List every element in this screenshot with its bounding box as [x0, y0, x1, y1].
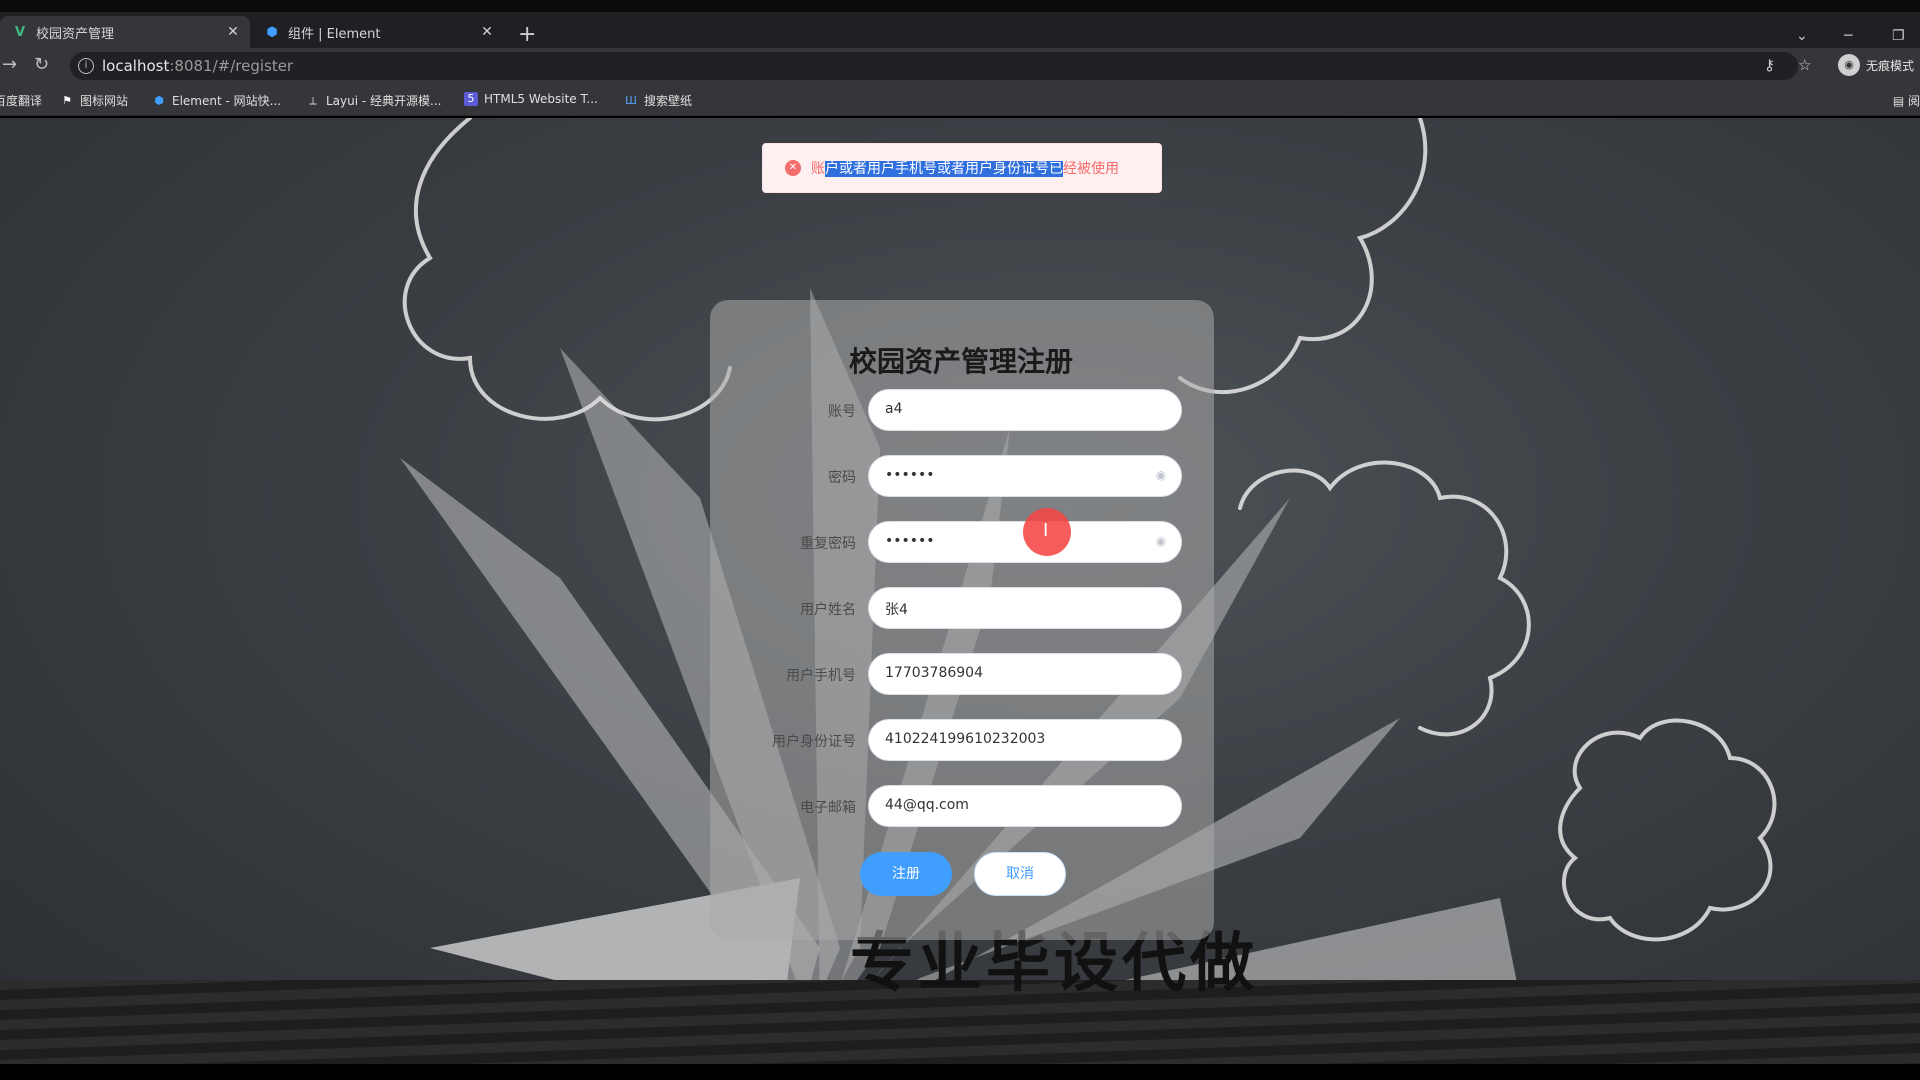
reading-list-icon: ▤: [1892, 94, 1905, 108]
tab-title: 组件 | Element: [288, 26, 381, 42]
bookmark-item[interactable]: 百度翻译: [0, 92, 42, 109]
page-title: 校园资产管理注册: [848, 345, 1073, 378]
username-label: 用户姓名: [800, 602, 856, 618]
key-icon[interactable]: ⚷: [1764, 56, 1775, 74]
eye-icon[interactable]: ◉: [1153, 534, 1169, 550]
email-label: 电子邮箱: [800, 800, 856, 816]
address-bar-row: → ↻ i localhost:8081/#/register ⚷ ☆ ◉ 无痕…: [0, 48, 1920, 84]
password-input[interactable]: •••••• ◉: [868, 455, 1182, 497]
tab-element[interactable]: ⬢ 组件 | Element ✕: [252, 16, 504, 48]
profile-label: 无痕模式: [1866, 58, 1915, 73]
account-label: 账号: [828, 404, 856, 420]
minimize-icon[interactable]: ─: [1844, 28, 1852, 44]
bookmark-item[interactable]: ⬢ Element - 网站快...: [152, 92, 281, 109]
flag-icon: ⚑: [62, 93, 72, 107]
info-icon[interactable]: i: [78, 58, 94, 74]
star-icon[interactable]: ☆: [1798, 56, 1811, 74]
reading-list-button[interactable]: ▤ 阅: [1893, 92, 1920, 109]
phone-label: 用户手机号: [786, 668, 856, 684]
id-card-input[interactable]: 410224199610232003: [868, 719, 1182, 761]
html5-icon: 5: [464, 92, 478, 106]
reload-icon[interactable]: ↻: [34, 54, 49, 75]
incognito-icon: ◉: [1838, 54, 1860, 76]
close-icon[interactable]: ✕: [478, 23, 496, 41]
browser-window: V 校园资产管理 ✕ ⬢ 组件 | Element ✕ + ⌄ ─ ❐ → ↻ …: [0, 0, 1920, 1080]
bookmark-item[interactable]: 5 HTML5 Website T...: [464, 92, 598, 106]
address-bar[interactable]: i localhost:8081/#/register ⚷ ☆: [70, 52, 1811, 80]
error-message: ✕ 账户或者用户手机号或者用户身份证号已经被使用: [762, 143, 1162, 193]
error-icon: ✕: [785, 160, 801, 176]
restore-icon[interactable]: ❐: [1892, 28, 1905, 44]
username-input[interactable]: 张4: [868, 587, 1182, 629]
eye-icon[interactable]: ◉: [1153, 468, 1169, 484]
account-input[interactable]: a4: [868, 389, 1182, 431]
close-icon[interactable]: ✕: [224, 23, 242, 41]
bookmarks-bar: 百度翻译 ⚑ 图标网站 ⬢ Element - 网站快... ⟂ Layui -…: [0, 84, 1920, 116]
password-label: 密码: [828, 470, 856, 486]
tab-title: 校园资产管理: [36, 26, 115, 42]
window-bottom-strip: [0, 1064, 1920, 1080]
profile-button[interactable]: ◉ 无痕模式: [1838, 54, 1914, 76]
bookmark-item[interactable]: Ш 搜索壁纸: [624, 92, 692, 109]
forward-icon[interactable]: →: [2, 54, 17, 75]
bookmark-item[interactable]: ⟂ Layui - 经典开源模...: [306, 92, 441, 109]
mouse-cursor-highlight: I: [1023, 508, 1071, 556]
wallpaper-icon: Ш: [625, 93, 637, 107]
register-button[interactable]: 注册: [860, 852, 952, 896]
error-message-text: 账户或者用户手机号或者用户身份证号已经被使用: [811, 161, 1119, 177]
element-icon: ⬢: [266, 24, 278, 40]
bookmark-item[interactable]: ⚑ 图标网站: [60, 92, 128, 109]
tab-bar: V 校园资产管理 ✕ ⬢ 组件 | Element ✕ + ⌄ ─ ❐: [0, 12, 1920, 48]
new-tab-button[interactable]: +: [518, 24, 536, 46]
cancel-button[interactable]: 取消: [974, 852, 1066, 896]
text-cursor-icon: I: [1043, 520, 1049, 541]
repeat-password-label: 重复密码: [800, 536, 856, 552]
element-icon: ⬢: [154, 93, 164, 107]
layui-icon: ⟂: [309, 93, 317, 107]
vue-icon: V: [14, 24, 26, 40]
url-text[interactable]: localhost:8081/#/register: [102, 57, 293, 75]
email-input[interactable]: 44@qq.com: [868, 785, 1182, 827]
chevron-down-icon[interactable]: ⌄: [1796, 28, 1808, 44]
id-card-label: 用户身份证号: [772, 734, 856, 750]
phone-input[interactable]: 17703786904: [868, 653, 1182, 695]
tab-campus-asset[interactable]: V 校园资产管理 ✕: [0, 16, 250, 48]
